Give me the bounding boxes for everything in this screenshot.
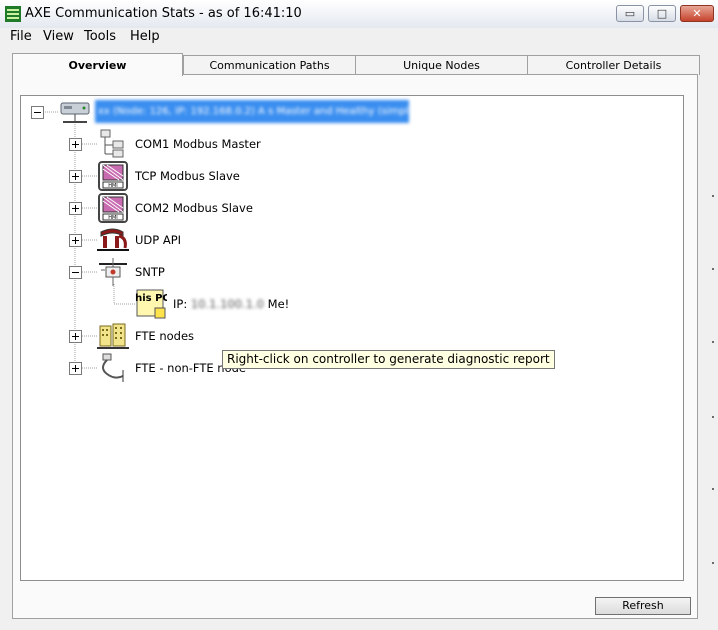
tree-item-tcp-modbus-slave[interactable]: TCP Modbus Slave bbox=[135, 169, 240, 183]
root-node-label[interactable]: xx (Node: 126, IP: 192.168.0.2) A s Mast… bbox=[95, 100, 409, 123]
com2-expander[interactable] bbox=[69, 202, 82, 215]
api-icon bbox=[97, 228, 129, 251]
udp-expander[interactable] bbox=[69, 234, 82, 247]
node-tree[interactable]: xx (Node: 126, IP: 192.168.0.2) A s Mast… bbox=[20, 95, 684, 581]
hmi-icon: HMI bbox=[98, 193, 128, 223]
fte-nodes-icon bbox=[97, 323, 129, 349]
this-pc-icon: This PC bbox=[135, 289, 167, 319]
sntp-expander[interactable] bbox=[69, 266, 82, 279]
edge-mark bbox=[712, 562, 714, 564]
edge-mark bbox=[712, 488, 714, 490]
maximize-button[interactable]: □ bbox=[648, 5, 676, 22]
tcp-expander[interactable] bbox=[69, 170, 82, 183]
ip-suffix: Me! bbox=[267, 297, 290, 311]
close-button[interactable]: ✕ bbox=[680, 5, 714, 22]
title-bar[interactable]: AXE Communication Stats - as of 16:41:10… bbox=[0, 0, 718, 29]
tree-item-sntp[interactable]: SNTP bbox=[135, 265, 165, 279]
edge-mark bbox=[712, 341, 714, 343]
app-icon bbox=[5, 6, 21, 22]
svg-text:HMI: HMI bbox=[108, 183, 118, 189]
tree-item-com2-modbus-slave[interactable]: COM2 Modbus Slave bbox=[135, 201, 253, 215]
root-expander[interactable] bbox=[31, 106, 44, 119]
window-title: AXE Communication Stats - as of 16:41:10 bbox=[25, 6, 302, 21]
non-fte-icon bbox=[102, 353, 124, 382]
this-pc-text: This PC bbox=[135, 293, 167, 304]
minimize-button[interactable]: ▭ bbox=[616, 5, 644, 22]
svg-text:HMI: HMI bbox=[108, 215, 118, 221]
tooltip: Right-click on controller to generate di… bbox=[222, 350, 555, 369]
ip-address: 10.1.100.1.0 bbox=[190, 297, 265, 311]
fte-nodes-expander[interactable] bbox=[69, 330, 82, 343]
controller-icon bbox=[60, 102, 90, 123]
minimize-icon: ▭ bbox=[624, 7, 636, 20]
menu-help[interactable]: Help bbox=[130, 28, 160, 45]
menu-view[interactable]: View bbox=[43, 28, 74, 45]
sntp-icon bbox=[99, 258, 127, 286]
tree-item-udp-api[interactable]: UDP API bbox=[135, 233, 181, 247]
refresh-button[interactable]: Refresh bbox=[595, 597, 691, 615]
tab-unique-nodes[interactable]: Unique Nodes bbox=[355, 55, 528, 75]
tab-controller-details[interactable]: Controller Details bbox=[527, 55, 700, 75]
hmi-icon: HMI bbox=[98, 161, 128, 191]
tab-strip: Overview Communication Paths Unique Node… bbox=[12, 53, 700, 76]
edge-mark bbox=[712, 195, 714, 197]
tab-communication-paths[interactable]: Communication Paths bbox=[183, 55, 356, 75]
menu-tools[interactable]: Tools bbox=[84, 28, 116, 45]
menu-file[interactable]: File bbox=[10, 28, 32, 45]
tree-item-this-pc[interactable]: IP: 10.1.100.1.0 Me! bbox=[173, 297, 289, 311]
app-window: AXE Communication Stats - as of 16:41:10… bbox=[0, 0, 718, 630]
com1-expander[interactable] bbox=[69, 138, 82, 151]
non-fte-expander[interactable] bbox=[69, 362, 82, 375]
maximize-icon: □ bbox=[656, 7, 668, 20]
network-folder-icon bbox=[100, 129, 124, 158]
ip-prefix: IP: bbox=[173, 297, 188, 311]
tree-item-com1[interactable]: COM1 Modbus Master bbox=[135, 137, 261, 151]
close-icon: ✕ bbox=[692, 7, 702, 20]
tree-item-fte-nodes[interactable]: FTE nodes bbox=[135, 329, 194, 343]
edge-mark bbox=[712, 268, 714, 270]
tab-overview[interactable]: Overview bbox=[12, 53, 183, 76]
edge-mark bbox=[712, 416, 714, 418]
menu-bar: File View Tools Help bbox=[0, 28, 718, 47]
